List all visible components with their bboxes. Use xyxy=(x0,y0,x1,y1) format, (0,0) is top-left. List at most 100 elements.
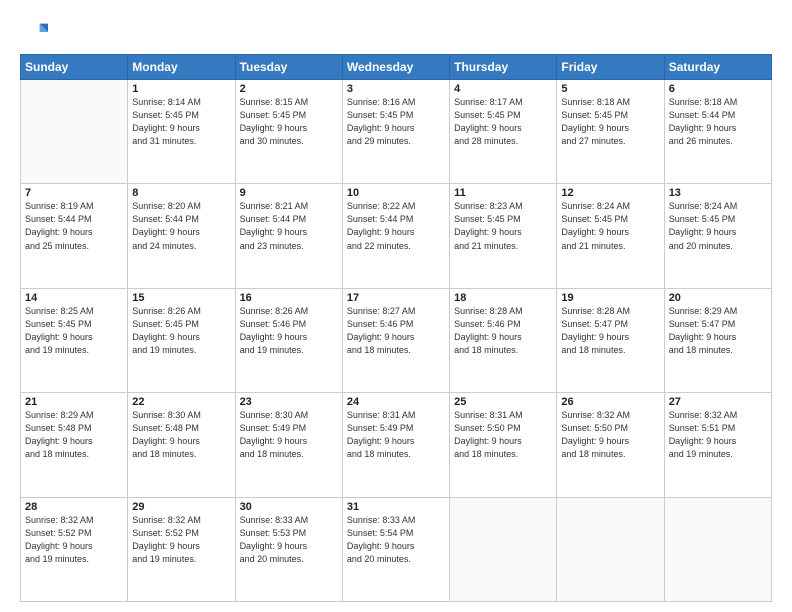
day-number: 13 xyxy=(669,187,767,199)
calendar-cell xyxy=(21,80,128,184)
day-number: 2 xyxy=(240,83,338,95)
day-number: 1 xyxy=(132,83,230,95)
calendar-week-row-5: 28Sunrise: 8:32 AM Sunset: 5:52 PM Dayli… xyxy=(21,497,772,601)
day-info: Sunrise: 8:32 AM Sunset: 5:52 PM Dayligh… xyxy=(25,514,123,566)
calendar-cell: 5Sunrise: 8:18 AM Sunset: 5:45 PM Daylig… xyxy=(557,80,664,184)
day-info: Sunrise: 8:32 AM Sunset: 5:50 PM Dayligh… xyxy=(561,409,659,461)
day-info: Sunrise: 8:30 AM Sunset: 5:49 PM Dayligh… xyxy=(240,409,338,461)
day-info: Sunrise: 8:27 AM Sunset: 5:46 PM Dayligh… xyxy=(347,305,445,357)
calendar-cell: 1Sunrise: 8:14 AM Sunset: 5:45 PM Daylig… xyxy=(128,80,235,184)
day-info: Sunrise: 8:18 AM Sunset: 5:44 PM Dayligh… xyxy=(669,96,767,148)
day-number: 3 xyxy=(347,83,445,95)
day-info: Sunrise: 8:26 AM Sunset: 5:46 PM Dayligh… xyxy=(240,305,338,357)
day-number: 30 xyxy=(240,501,338,513)
calendar-week-row-1: 1Sunrise: 8:14 AM Sunset: 5:45 PM Daylig… xyxy=(21,80,772,184)
calendar-cell: 11Sunrise: 8:23 AM Sunset: 5:45 PM Dayli… xyxy=(450,184,557,288)
calendar-cell: 12Sunrise: 8:24 AM Sunset: 5:45 PM Dayli… xyxy=(557,184,664,288)
day-header-friday: Friday xyxy=(557,55,664,80)
calendar-week-row-2: 7Sunrise: 8:19 AM Sunset: 5:44 PM Daylig… xyxy=(21,184,772,288)
day-info: Sunrise: 8:31 AM Sunset: 5:50 PM Dayligh… xyxy=(454,409,552,461)
day-header-saturday: Saturday xyxy=(664,55,771,80)
calendar-cell: 19Sunrise: 8:28 AM Sunset: 5:47 PM Dayli… xyxy=(557,288,664,392)
day-number: 17 xyxy=(347,292,445,304)
day-info: Sunrise: 8:30 AM Sunset: 5:48 PM Dayligh… xyxy=(132,409,230,461)
calendar-cell: 27Sunrise: 8:32 AM Sunset: 5:51 PM Dayli… xyxy=(664,393,771,497)
day-info: Sunrise: 8:22 AM Sunset: 5:44 PM Dayligh… xyxy=(347,200,445,252)
day-number: 16 xyxy=(240,292,338,304)
calendar-cell: 30Sunrise: 8:33 AM Sunset: 5:53 PM Dayli… xyxy=(235,497,342,601)
calendar-cell: 28Sunrise: 8:32 AM Sunset: 5:52 PM Dayli… xyxy=(21,497,128,601)
calendar-cell: 18Sunrise: 8:28 AM Sunset: 5:46 PM Dayli… xyxy=(450,288,557,392)
calendar-cell: 13Sunrise: 8:24 AM Sunset: 5:45 PM Dayli… xyxy=(664,184,771,288)
day-header-thursday: Thursday xyxy=(450,55,557,80)
day-info: Sunrise: 8:17 AM Sunset: 5:45 PM Dayligh… xyxy=(454,96,552,148)
day-number: 21 xyxy=(25,396,123,408)
calendar-cell xyxy=(664,497,771,601)
day-number: 6 xyxy=(669,83,767,95)
day-info: Sunrise: 8:28 AM Sunset: 5:47 PM Dayligh… xyxy=(561,305,659,357)
day-info: Sunrise: 8:20 AM Sunset: 5:44 PM Dayligh… xyxy=(132,200,230,252)
day-header-monday: Monday xyxy=(128,55,235,80)
calendar-cell xyxy=(450,497,557,601)
calendar-cell: 14Sunrise: 8:25 AM Sunset: 5:45 PM Dayli… xyxy=(21,288,128,392)
day-number: 18 xyxy=(454,292,552,304)
calendar-cell: 21Sunrise: 8:29 AM Sunset: 5:48 PM Dayli… xyxy=(21,393,128,497)
day-number: 20 xyxy=(669,292,767,304)
day-header-tuesday: Tuesday xyxy=(235,55,342,80)
day-info: Sunrise: 8:32 AM Sunset: 5:52 PM Dayligh… xyxy=(132,514,230,566)
day-info: Sunrise: 8:26 AM Sunset: 5:45 PM Dayligh… xyxy=(132,305,230,357)
day-info: Sunrise: 8:21 AM Sunset: 5:44 PM Dayligh… xyxy=(240,200,338,252)
header xyxy=(20,18,772,46)
day-number: 8 xyxy=(132,187,230,199)
day-number: 28 xyxy=(25,501,123,513)
day-info: Sunrise: 8:33 AM Sunset: 5:53 PM Dayligh… xyxy=(240,514,338,566)
day-info: Sunrise: 8:28 AM Sunset: 5:46 PM Dayligh… xyxy=(454,305,552,357)
calendar-cell xyxy=(557,497,664,601)
day-info: Sunrise: 8:24 AM Sunset: 5:45 PM Dayligh… xyxy=(669,200,767,252)
calendar-week-row-4: 21Sunrise: 8:29 AM Sunset: 5:48 PM Dayli… xyxy=(21,393,772,497)
day-number: 11 xyxy=(454,187,552,199)
day-info: Sunrise: 8:18 AM Sunset: 5:45 PM Dayligh… xyxy=(561,96,659,148)
calendar-cell: 20Sunrise: 8:29 AM Sunset: 5:47 PM Dayli… xyxy=(664,288,771,392)
day-info: Sunrise: 8:14 AM Sunset: 5:45 PM Dayligh… xyxy=(132,96,230,148)
day-info: Sunrise: 8:29 AM Sunset: 5:48 PM Dayligh… xyxy=(25,409,123,461)
day-number: 9 xyxy=(240,187,338,199)
day-number: 19 xyxy=(561,292,659,304)
day-info: Sunrise: 8:15 AM Sunset: 5:45 PM Dayligh… xyxy=(240,96,338,148)
calendar-cell: 8Sunrise: 8:20 AM Sunset: 5:44 PM Daylig… xyxy=(128,184,235,288)
day-info: Sunrise: 8:29 AM Sunset: 5:47 PM Dayligh… xyxy=(669,305,767,357)
logo-icon xyxy=(20,18,48,46)
day-number: 22 xyxy=(132,396,230,408)
logo xyxy=(20,18,52,46)
day-info: Sunrise: 8:19 AM Sunset: 5:44 PM Dayligh… xyxy=(25,200,123,252)
calendar-cell: 22Sunrise: 8:30 AM Sunset: 5:48 PM Dayli… xyxy=(128,393,235,497)
day-info: Sunrise: 8:24 AM Sunset: 5:45 PM Dayligh… xyxy=(561,200,659,252)
day-info: Sunrise: 8:25 AM Sunset: 5:45 PM Dayligh… xyxy=(25,305,123,357)
day-number: 10 xyxy=(347,187,445,199)
day-number: 29 xyxy=(132,501,230,513)
day-number: 27 xyxy=(669,396,767,408)
day-number: 5 xyxy=(561,83,659,95)
day-info: Sunrise: 8:32 AM Sunset: 5:51 PM Dayligh… xyxy=(669,409,767,461)
calendar-cell: 23Sunrise: 8:30 AM Sunset: 5:49 PM Dayli… xyxy=(235,393,342,497)
day-info: Sunrise: 8:33 AM Sunset: 5:54 PM Dayligh… xyxy=(347,514,445,566)
day-header-wednesday: Wednesday xyxy=(342,55,449,80)
calendar-cell: 4Sunrise: 8:17 AM Sunset: 5:45 PM Daylig… xyxy=(450,80,557,184)
calendar-cell: 6Sunrise: 8:18 AM Sunset: 5:44 PM Daylig… xyxy=(664,80,771,184)
day-number: 7 xyxy=(25,187,123,199)
calendar-cell: 3Sunrise: 8:16 AM Sunset: 5:45 PM Daylig… xyxy=(342,80,449,184)
calendar-cell: 29Sunrise: 8:32 AM Sunset: 5:52 PM Dayli… xyxy=(128,497,235,601)
day-number: 12 xyxy=(561,187,659,199)
page: SundayMondayTuesdayWednesdayThursdayFrid… xyxy=(0,0,792,612)
calendar-cell: 15Sunrise: 8:26 AM Sunset: 5:45 PM Dayli… xyxy=(128,288,235,392)
calendar-table: SundayMondayTuesdayWednesdayThursdayFrid… xyxy=(20,54,772,602)
calendar-cell: 9Sunrise: 8:21 AM Sunset: 5:44 PM Daylig… xyxy=(235,184,342,288)
calendar-header-row: SundayMondayTuesdayWednesdayThursdayFrid… xyxy=(21,55,772,80)
calendar-cell: 24Sunrise: 8:31 AM Sunset: 5:49 PM Dayli… xyxy=(342,393,449,497)
day-info: Sunrise: 8:16 AM Sunset: 5:45 PM Dayligh… xyxy=(347,96,445,148)
day-number: 4 xyxy=(454,83,552,95)
day-number: 26 xyxy=(561,396,659,408)
calendar-cell: 7Sunrise: 8:19 AM Sunset: 5:44 PM Daylig… xyxy=(21,184,128,288)
calendar-cell: 16Sunrise: 8:26 AM Sunset: 5:46 PM Dayli… xyxy=(235,288,342,392)
day-number: 24 xyxy=(347,396,445,408)
